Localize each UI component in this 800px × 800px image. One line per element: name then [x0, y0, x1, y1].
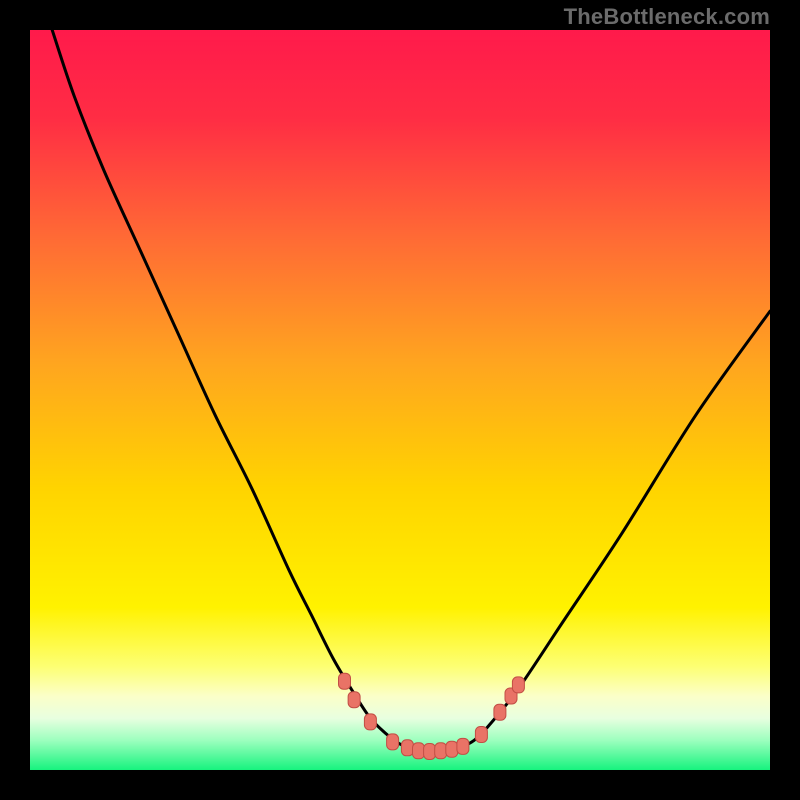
bottleneck-curve — [52, 30, 770, 752]
curve-marker — [435, 743, 447, 759]
curve-marker — [401, 740, 413, 756]
chart-frame: TheBottleneck.com — [0, 0, 800, 800]
plot-area — [30, 30, 770, 770]
curve-marker — [364, 714, 376, 730]
curve-markers — [339, 673, 525, 759]
watermark-text: TheBottleneck.com — [564, 4, 770, 30]
curve-marker — [413, 743, 425, 759]
curve-marker — [446, 741, 458, 757]
curve-layer — [30, 30, 770, 770]
curve-marker — [512, 677, 524, 693]
curve-marker — [387, 734, 399, 750]
curve-marker — [457, 738, 469, 754]
curve-marker — [339, 673, 351, 689]
curve-marker — [424, 744, 436, 760]
curve-marker — [348, 692, 360, 708]
curve-marker — [494, 704, 506, 720]
curve-marker — [475, 726, 487, 742]
